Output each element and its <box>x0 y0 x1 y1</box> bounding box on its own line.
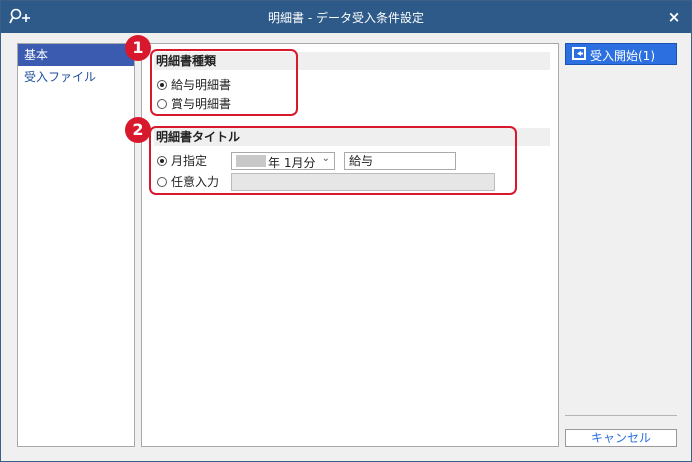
window-title: 明細書 - データ受入条件設定 <box>268 11 424 25</box>
close-button[interactable]: × <box>663 6 685 28</box>
cancel-button[interactable]: キャンセル <box>565 429 677 447</box>
action-panel: 受入開始(1) キャンセル <box>565 43 677 447</box>
divider <box>565 415 677 416</box>
sidebar-item-import-file[interactable]: 受入ファイル <box>18 66 134 88</box>
start-import-button[interactable]: 受入開始(1) <box>565 43 677 65</box>
sidebar-item-basic[interactable]: 基本 <box>18 44 134 66</box>
sidebar: 基本 受入ファイル <box>17 43 135 447</box>
start-import-label: 受入開始(1) <box>590 49 655 63</box>
title-bar[interactable]: 明細書 - データ受入条件設定 × <box>1 1 691 33</box>
import-icon <box>572 47 586 60</box>
callout-box-2 <box>149 126 517 195</box>
callout-badge-2: 2 <box>125 117 151 143</box>
callout-badge-1: 1 <box>125 35 151 61</box>
dialog-window: 明細書 - データ受入条件設定 × 基本 受入ファイル 明細書種類 給与明細書 … <box>0 0 692 462</box>
callout-box-1 <box>150 49 298 116</box>
